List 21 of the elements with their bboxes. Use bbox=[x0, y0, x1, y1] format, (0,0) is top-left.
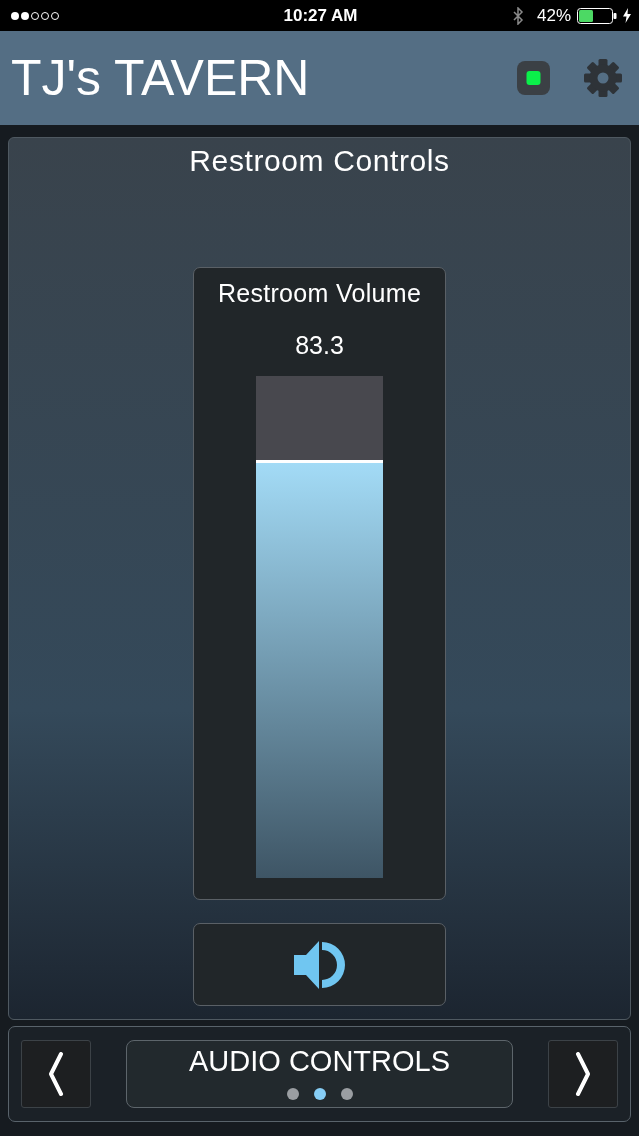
page-dot-icon[interactable] bbox=[340, 1088, 353, 1100]
clock-time: 10:27 AM bbox=[283, 5, 358, 26]
section-label: AUDIO CONTROLS bbox=[189, 1045, 450, 1077]
previous-button[interactable] bbox=[21, 1040, 91, 1108]
volume-label: Restroom Volume bbox=[217, 279, 422, 307]
app-title: TJ's TAVERN bbox=[11, 49, 310, 107]
signal-strength-icon bbox=[10, 10, 62, 21]
chevron-right-icon bbox=[575, 1052, 591, 1096]
page-dot-icon[interactable] bbox=[313, 1088, 326, 1100]
panel-title: Restroom Controls bbox=[189, 144, 450, 178]
volume-reading: 83.3 bbox=[295, 331, 344, 359]
next-button[interactable] bbox=[548, 1040, 618, 1108]
page-dot-icon[interactable] bbox=[286, 1088, 299, 1100]
bluetooth-icon bbox=[512, 6, 524, 25]
mute-button[interactable] bbox=[193, 923, 446, 1006]
chevron-left-icon bbox=[48, 1052, 64, 1096]
volume-slider-track[interactable] bbox=[256, 376, 383, 878]
settings-icon[interactable] bbox=[584, 59, 622, 97]
battery-percentage: 42% bbox=[536, 5, 571, 26]
battery-icon bbox=[577, 7, 617, 24]
volume-slider-fill[interactable] bbox=[256, 459, 383, 878]
